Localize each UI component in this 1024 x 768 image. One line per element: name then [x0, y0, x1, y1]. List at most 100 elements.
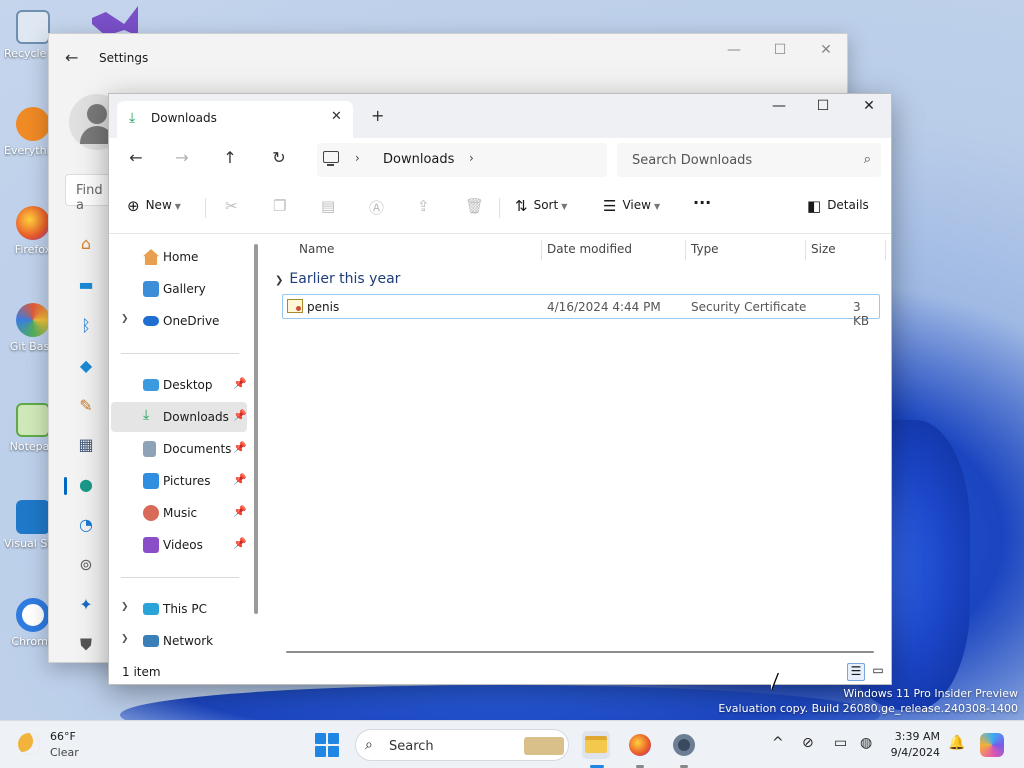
chevron-right-icon[interactable]: ›	[355, 151, 360, 165]
nav-item-desktop[interactable]: Desktop 📌	[111, 370, 247, 400]
display-icon[interactable]: ▭	[834, 735, 847, 751]
minimize-button[interactable]: —	[719, 42, 749, 58]
column-header-name[interactable]: Name	[299, 242, 334, 256]
pin-icon[interactable]: 📌	[233, 409, 247, 422]
vscode-icon	[16, 500, 50, 534]
nav-label: Pictures	[163, 474, 211, 488]
gaming-icon[interactable]: ⊚	[71, 555, 101, 577]
volume-icon[interactable]: ◍	[860, 735, 872, 751]
privacy-icon[interactable]: ⛊	[71, 635, 101, 657]
nav-label: Desktop	[163, 378, 213, 392]
navigation-scrollbar[interactable]	[254, 244, 258, 614]
time-language-icon[interactable]: ◔	[71, 515, 101, 537]
maximize-button[interactable]: ☐	[801, 98, 845, 122]
new-tab-button[interactable]: +	[371, 106, 384, 125]
chevron-right-icon[interactable]: ❯	[121, 602, 129, 612]
nav-item-gallery[interactable]: Gallery	[111, 274, 247, 304]
notification-bell-icon[interactable]: 🔔	[948, 735, 965, 751]
chevron-right-icon[interactable]: ❯	[121, 634, 129, 644]
nav-item-downloads[interactable]: ⤓ Downloads 📌	[111, 402, 247, 432]
taskbar-search[interactable]: ⌕ Search	[355, 729, 569, 761]
tab-downloads[interactable]: ⤓ Downloads ✕	[117, 101, 353, 138]
file-explorer-taskbar-icon[interactable]	[582, 731, 610, 759]
pin-icon[interactable]: 📌	[233, 377, 247, 390]
new-button[interactable]: ⊕ New ▼	[127, 197, 181, 215]
chevron-right-icon[interactable]: ›	[469, 151, 474, 165]
more-options-icon[interactable]: ···	[693, 193, 711, 212]
breadcrumb[interactable]: Downloads	[383, 152, 454, 167]
chevron-right-icon[interactable]: ❯	[121, 314, 129, 324]
details-view-icon[interactable]: ☰	[847, 663, 865, 681]
file-type: Security Certificate	[691, 300, 807, 314]
details-pane-icon: ◧	[807, 197, 822, 215]
nav-item-documents[interactable]: Documents 📌	[111, 434, 247, 464]
visual-studio-icon[interactable]	[92, 6, 138, 36]
pin-icon[interactable]: 📌	[233, 473, 247, 486]
network-off-icon[interactable]: ⊘	[802, 735, 814, 751]
start-button[interactable]	[315, 733, 339, 757]
weather-temperature: 66°F	[50, 730, 76, 743]
home-icon[interactable]: ⌂	[71, 234, 101, 256]
divider	[499, 198, 500, 218]
view-button[interactable]: ☰ View ▼	[603, 197, 660, 215]
file-name: penis	[307, 300, 340, 314]
clock[interactable]: 3:39 AM 9/4/2024	[888, 729, 940, 761]
nav-item-network[interactable]: ❯ Network	[111, 626, 247, 656]
nav-item-pictures[interactable]: Pictures 📌	[111, 466, 247, 496]
column-header-date[interactable]: Date modified	[547, 242, 632, 256]
accounts-icon[interactable]: ●	[71, 475, 101, 497]
system-icon[interactable]: ▬	[71, 275, 101, 297]
video-icon	[143, 537, 159, 553]
close-button[interactable]: ✕	[811, 42, 841, 58]
tiles-view-icon[interactable]: ▭	[869, 663, 887, 681]
column-header-type[interactable]: Type	[691, 242, 719, 256]
close-tab-icon[interactable]: ✕	[331, 109, 342, 124]
refresh-button[interactable]: ↻	[264, 148, 294, 172]
navigation-pane: Home Gallery ❯ OneDrive Desktop 📌 ⤓ Down…	[109, 234, 249, 660]
certificate-icon	[287, 299, 303, 313]
apps-icon[interactable]: ▦	[71, 435, 101, 457]
bluetooth-icon[interactable]: ᛒ	[71, 316, 101, 338]
settings-taskbar-icon[interactable]	[670, 731, 698, 759]
rename-icon[interactable]: Ⓐ	[369, 197, 384, 218]
nav-item-home[interactable]: Home	[111, 242, 247, 272]
minimize-button[interactable]: —	[757, 98, 801, 122]
delete-icon[interactable]: 🗑	[465, 197, 484, 215]
nav-item-music[interactable]: Music 📌	[111, 498, 247, 528]
address-field[interactable]: › Downloads ›	[317, 143, 607, 177]
back-button[interactable]: ←	[121, 148, 151, 172]
close-button[interactable]: ✕	[847, 98, 891, 122]
up-button[interactable]: ↑	[215, 148, 245, 172]
desktop-icon	[143, 379, 159, 391]
share-icon[interactable]: ⇪	[417, 197, 430, 215]
accessibility-icon[interactable]: ✦	[71, 595, 101, 617]
pin-icon[interactable]: 📌	[233, 537, 247, 550]
pin-icon[interactable]: 📌	[233, 505, 247, 518]
network-icon[interactable]: ◆	[71, 356, 101, 378]
search-input[interactable]: Search Downloads ⌕	[617, 143, 881, 177]
nav-item-videos[interactable]: Videos 📌	[111, 530, 247, 560]
file-explorer-window[interactable]: ⤓ Downloads ✕ + — ☐ ✕ ← → ↑ ↻ › Download…	[108, 93, 892, 685]
chevron-up-icon[interactable]: ^	[772, 735, 784, 751]
computer-icon	[143, 603, 159, 615]
details-button[interactable]: ◧ Details	[807, 197, 869, 215]
nav-item-this-pc[interactable]: ❯ This PC	[111, 594, 247, 624]
nav-item-onedrive[interactable]: ❯ OneDrive	[111, 306, 247, 336]
column-header-size[interactable]: Size	[811, 242, 836, 256]
firefox-icon	[16, 206, 50, 240]
personalization-icon[interactable]: ✎	[71, 396, 101, 418]
paste-icon[interactable]: ▤	[321, 197, 335, 215]
new-label: New	[145, 198, 172, 212]
sort-button[interactable]: ⇅ Sort ▼	[515, 197, 567, 215]
copilot-icon[interactable]	[980, 733, 1004, 757]
pin-icon[interactable]: 📌	[233, 441, 247, 454]
back-arrow-icon[interactable]: ←	[65, 48, 78, 67]
table-row[interactable]: penis 4/16/2024 4:44 PM Security Certifi…	[282, 294, 880, 328]
maximize-button[interactable]: ☐	[765, 42, 795, 58]
firefox-taskbar-icon[interactable]	[626, 731, 654, 759]
group-header[interactable]: ❯ Earlier this year	[275, 271, 400, 287]
forward-button[interactable]: →	[167, 148, 197, 172]
cut-icon[interactable]: ✂	[225, 197, 238, 215]
horizontal-scrollbar[interactable]	[286, 651, 874, 653]
copy-icon[interactable]: ❐	[273, 197, 286, 215]
